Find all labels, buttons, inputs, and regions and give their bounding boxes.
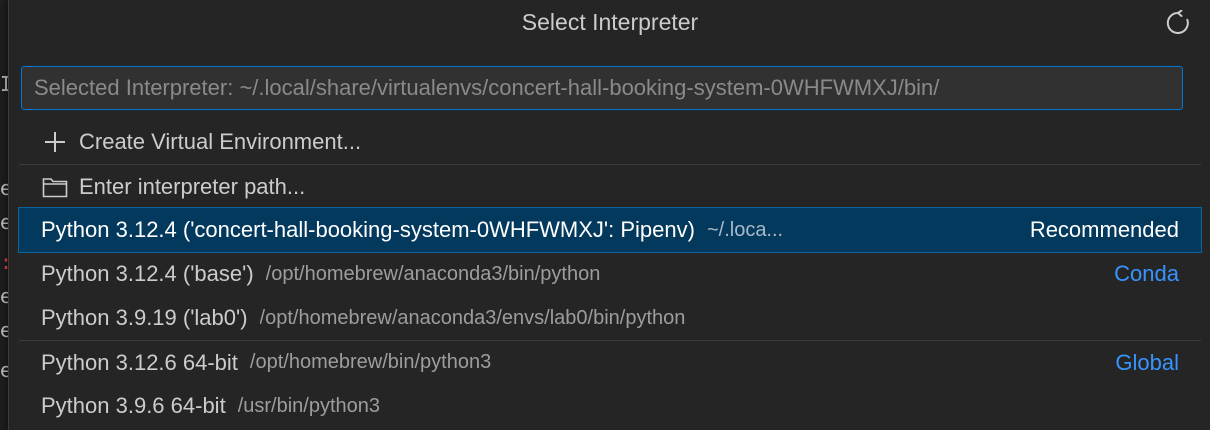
interpreter-item-global-3-12-6[interactable]: Python 3.12.6 64-bit /opt/homebrew/bin/p… [19, 340, 1201, 384]
conda-group-label: Conda [1114, 261, 1179, 286]
interpreter-item-pipenv[interactable]: Python 3.12.4 ('concert-hall-booking-sys… [18, 207, 1202, 253]
interpreter-item-conda-base[interactable]: Python 3.12.4 ('base') /opt/homebrew/ana… [19, 252, 1201, 296]
interpreter-path: /opt/homebrew/bin/python3 [249, 351, 492, 373]
quick-pick-title: Select Interpreter [521, 9, 699, 35]
interpreter-path: /opt/homebrew/anaconda3/bin/python [265, 262, 601, 285]
interpreter-item-conda-lab0[interactable]: Python 3.9.19 ('lab0') /opt/homebrew/ana… [19, 296, 1201, 340]
create-virtual-environment-item[interactable]: Create Virtual Environment... [19, 120, 1201, 164]
interpreter-label: Python 3.12.4 ('concert-hall-booking-sys… [41, 217, 695, 242]
interpreter-path: /opt/homebrew/anaconda3/envs/lab0/bin/py… [259, 306, 686, 329]
recommended-badge: Recommended [1029, 217, 1179, 242]
list-item-label: Enter interpreter path... [79, 173, 306, 199]
interpreter-search-box [21, 66, 1183, 110]
quick-pick-title-bar: Select Interpreter [9, 0, 1210, 46]
plus-icon [41, 128, 69, 156]
interpreter-list: Create Virtual Environment... Enter inte… [18, 120, 1202, 428]
list-item-label: Create Virtual Environment... [79, 129, 362, 154]
folder-icon [41, 173, 69, 201]
interpreter-quick-pick: Select Interpreter Create Virtual Enviro… [8, 0, 1210, 430]
refresh-icon [1166, 10, 1189, 34]
interpreter-search-input[interactable] [22, 67, 1182, 109]
interpreter-path: ~/.loca... [706, 218, 784, 241]
interpreter-item-global-3-9-6[interactable]: Python 3.9.6 64-bit /usr/bin/python3 [19, 384, 1201, 428]
global-group-label: Global [1115, 349, 1179, 375]
interpreter-label: Python 3.9.6 64-bit [41, 393, 226, 418]
refresh-button[interactable] [1163, 8, 1193, 38]
interpreter-path: /usr/bin/python3 [237, 394, 381, 417]
enter-interpreter-path-item[interactable]: Enter interpreter path... [19, 164, 1201, 208]
interpreter-label: Python 3.9.19 ('lab0') [41, 305, 248, 330]
interpreter-label: Python 3.12.4 ('base') [41, 261, 254, 286]
interpreter-label: Python 3.12.6 64-bit [41, 349, 238, 375]
